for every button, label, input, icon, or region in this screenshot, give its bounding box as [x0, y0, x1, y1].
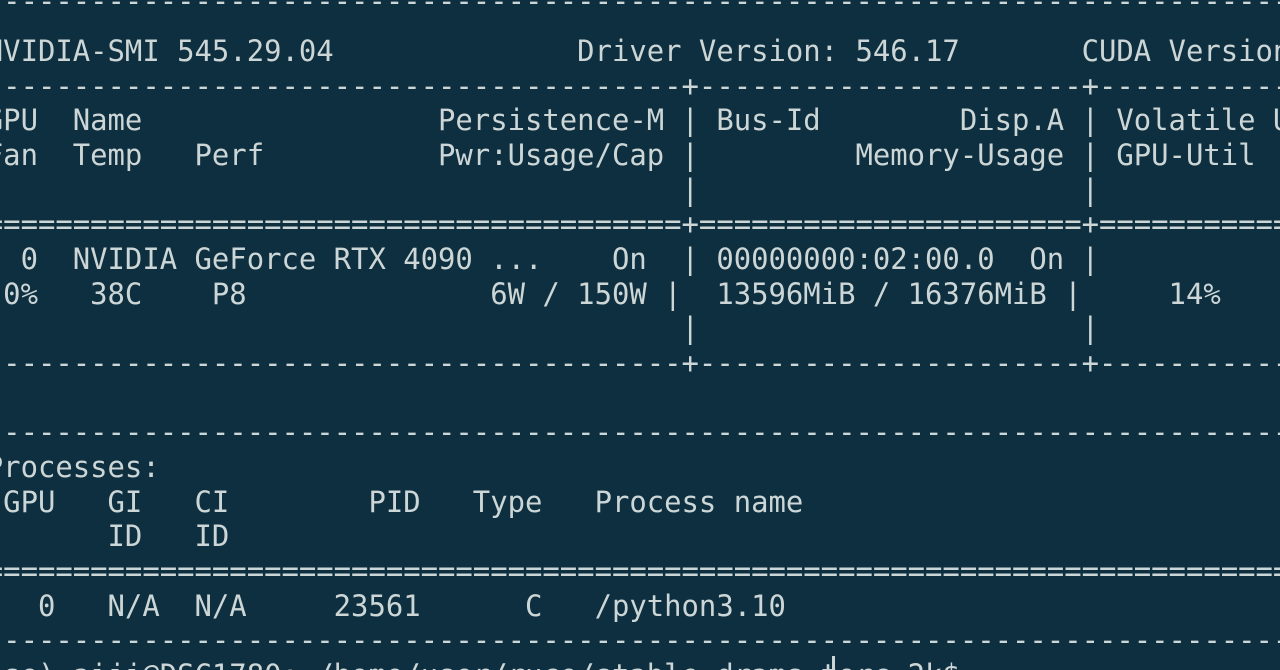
gpu-data-row-3: | | | N/A | — [681, 311, 1099, 345]
gpu-header-row-2: | Fan Temp Perf Pwr:Usage/Cap | Memory-U… — [0, 138, 1256, 172]
gpu-data-row-1: | 0 NVIDIA GeForce RTX 4090 ... On | 000… — [20, 242, 1099, 276]
process-table-bottom: +---------------------------------------… — [0, 623, 1280, 657]
gpu-header-row-1: | GPU Name Persistence-M | Bus-Id Disp.A… — [0, 103, 1280, 137]
process-table-top: +---------------------------------------… — [0, 415, 1280, 449]
gpu-header-divider: |=======================================… — [0, 207, 1280, 241]
smi-version-line: | NVIDIA-SMI 545.29.04 Driver Version: 5… — [0, 34, 1280, 68]
gpu-header-row-3: | | | MIG M. | — [681, 173, 1099, 207]
process-title-row: | Processes: | — [0, 450, 160, 484]
text-cursor — [832, 656, 835, 670]
terminal-separator: |---------------------------------------… — [0, 69, 1280, 103]
process-header-row-1: | GPU GI CI PID Type Process name GPU Me… — [3, 485, 804, 519]
process-header-row-2: | ID ID Usage | — [107, 519, 230, 553]
terminal-border-top: +---------------------------------------… — [0, 0, 1280, 18]
gpu-table-bottom: +---------------------------------------… — [0, 346, 1280, 380]
gpu-data-row-2: | 0% 38C P8 6W / 150W | 13596MiB / 16376… — [3, 277, 1221, 311]
process-header-divider: |=======================================… — [0, 554, 1280, 588]
process-row-1: | 0 N/A N/A 23561 C /python3.10 N/A | — [37, 589, 786, 623]
terminal-window[interactable]: +---------------------------------------… — [0, 0, 1280, 670]
shell-prompt-line[interactable]: (base) aiji@DSC1780:~/home/user/ruce/sta… — [0, 658, 977, 670]
